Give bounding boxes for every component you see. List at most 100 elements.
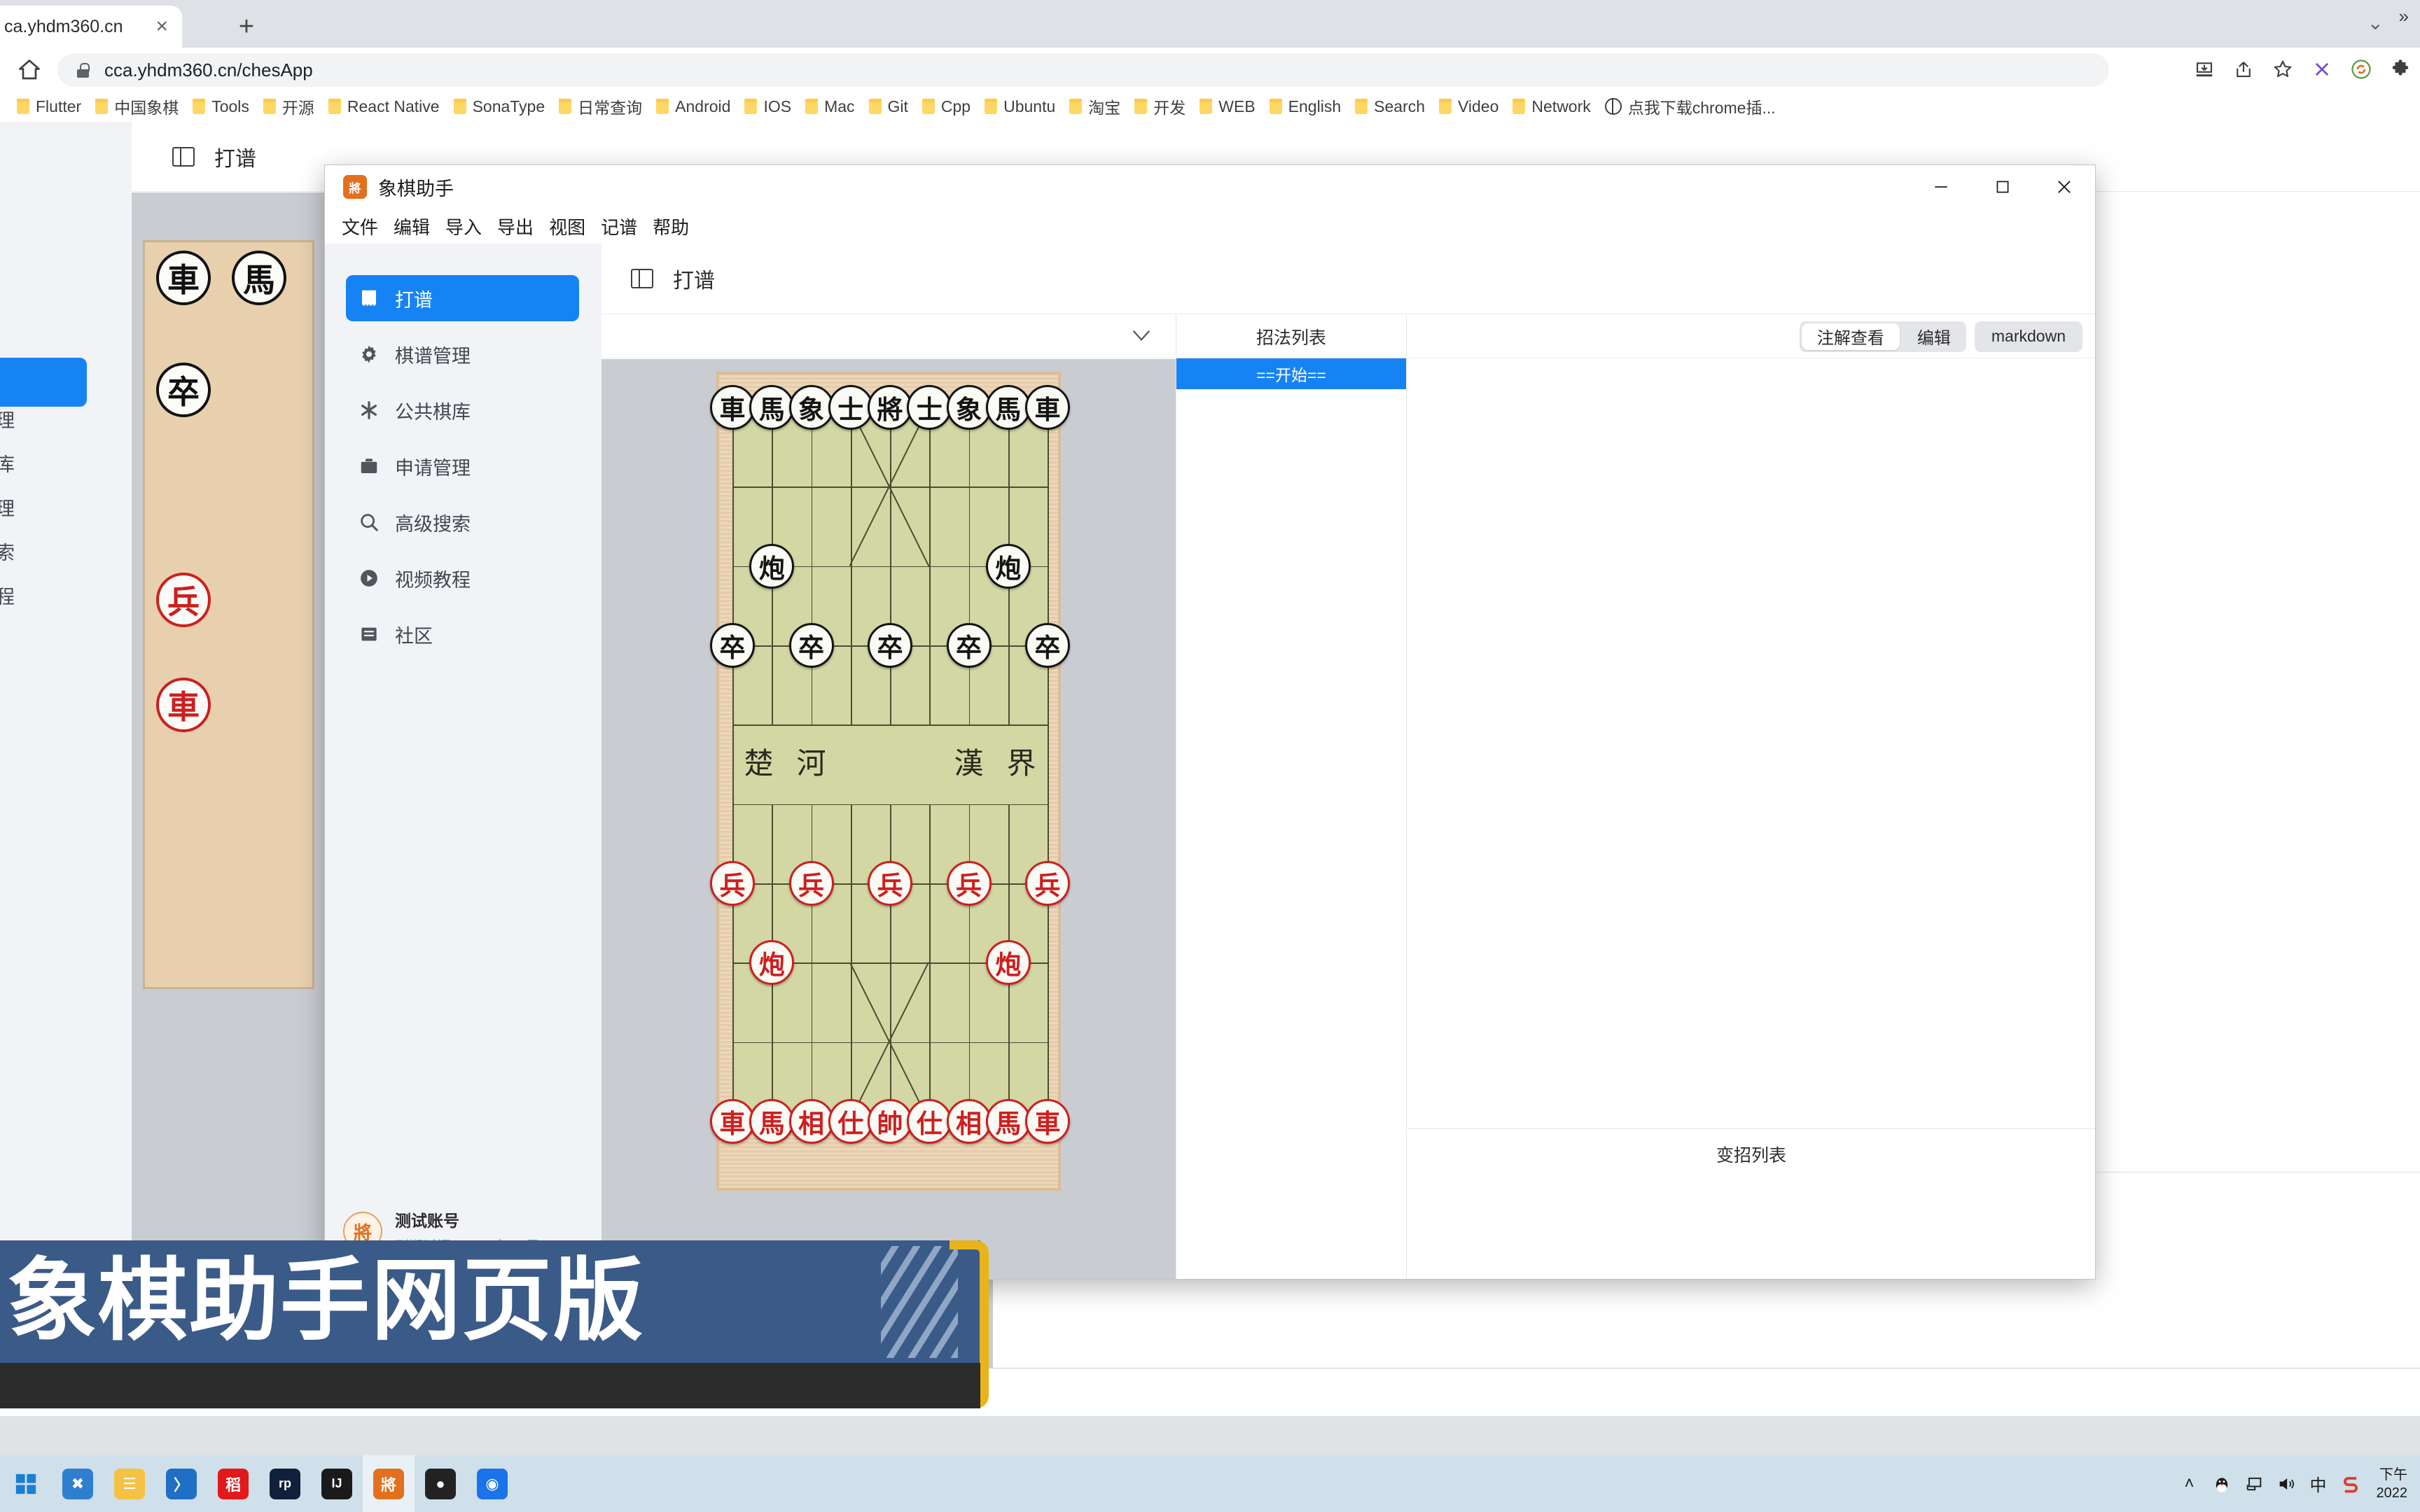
red-piece[interactable]: 仕 bbox=[907, 1099, 952, 1144]
share-icon[interactable] bbox=[2224, 50, 2263, 89]
black-piece[interactable]: 卒 bbox=[1025, 623, 1070, 668]
taskbar-clock[interactable]: 下午 2022 bbox=[2377, 1466, 2408, 1502]
menu-item-导入[interactable]: 导入 bbox=[445, 214, 482, 239]
bookmarks-overflow-icon[interactable]: » bbox=[2399, 6, 2409, 27]
sidebar-item-5[interactable]: 视频教程 bbox=[346, 555, 579, 601]
chessboard[interactable]: 楚河漢界車馬象士將士象馬車炮炮卒卒卒卒卒兵兵兵兵兵炮炮車馬相仕帥仕相馬車 bbox=[710, 372, 1070, 1191]
panel-toggle-icon[interactable] bbox=[172, 146, 195, 167]
black-piece[interactable]: 象 bbox=[946, 385, 992, 430]
sidebar-item-2[interactable]: 公共棋库 bbox=[346, 387, 579, 433]
black-piece[interactable]: 將 bbox=[868, 385, 912, 430]
red-piece[interactable]: 兵 bbox=[710, 861, 755, 906]
bookmark-star-icon[interactable] bbox=[2263, 50, 2302, 89]
red-piece[interactable]: 車 bbox=[710, 1099, 755, 1144]
qq-penguin-icon[interactable] bbox=[2206, 1455, 2238, 1512]
move-list-item[interactable]: ==开始== bbox=[1176, 358, 1406, 389]
menu-item-导出[interactable]: 导出 bbox=[497, 214, 534, 239]
sidebar-item-3[interactable]: 申请管理 bbox=[346, 443, 579, 489]
bookmark-item[interactable]: Ubuntu bbox=[978, 93, 1062, 120]
black-piece[interactable]: 卒 bbox=[788, 623, 834, 668]
bookmark-item[interactable]: React Native bbox=[321, 93, 447, 120]
home-icon[interactable] bbox=[17, 57, 42, 83]
bookmark-item[interactable]: Flutter bbox=[10, 93, 88, 120]
chess-assistant-icon[interactable]: 將 bbox=[363, 1455, 415, 1512]
tray-expand-chevron-icon[interactable]: ˄ bbox=[2174, 1455, 2206, 1512]
page-piece[interactable]: 馬 bbox=[232, 251, 286, 305]
notes-edit-button[interactable]: 编辑 bbox=[1902, 321, 1966, 352]
red-piece[interactable]: 兵 bbox=[946, 861, 992, 906]
bookmark-item[interactable]: 开发 bbox=[1127, 93, 1192, 120]
maximize-button[interactable] bbox=[1972, 165, 2033, 209]
page-chessboard[interactable]: 車 馬 卒 兵 車 bbox=[143, 240, 314, 989]
chessboard-grid[interactable]: 楚河漢界車馬象士將士象馬車炮炮卒卒卒卒卒兵兵兵兵兵炮炮車馬相仕帥仕相馬車 bbox=[710, 385, 1070, 1144]
bookmark-item[interactable]: 开源 bbox=[256, 93, 321, 120]
page-piece[interactable]: 車 bbox=[156, 251, 211, 305]
black-piece[interactable]: 卒 bbox=[868, 623, 912, 668]
page-sidebar-active-item[interactable] bbox=[0, 358, 87, 407]
sidebar-item-6[interactable]: 社区 bbox=[346, 611, 579, 657]
menu-item-视图[interactable]: 视图 bbox=[549, 214, 585, 239]
powershell-icon[interactable]: 〉 bbox=[155, 1455, 207, 1512]
black-piece[interactable]: 馬 bbox=[749, 385, 795, 430]
bookmark-item[interactable]: SonaType bbox=[447, 93, 552, 120]
page-piece[interactable]: 車 bbox=[156, 678, 211, 732]
red-piece[interactable]: 車 bbox=[1025, 1099, 1070, 1144]
address-bar[interactable]: cca.yhdm360.cn/chesApp bbox=[57, 53, 2109, 87]
network-icon[interactable] bbox=[2238, 1455, 2270, 1512]
vscode-icon[interactable]: ✖ bbox=[52, 1455, 104, 1512]
sidebar-item-1[interactable]: 棋谱管理 bbox=[346, 331, 579, 377]
bookmark-item[interactable]: Search bbox=[1348, 93, 1432, 120]
red-piece[interactable]: 兵 bbox=[1025, 861, 1070, 906]
intellij-idea-icon[interactable]: IJ bbox=[311, 1455, 363, 1512]
black-piece[interactable]: 車 bbox=[1025, 385, 1070, 430]
red-piece[interactable]: 炮 bbox=[985, 940, 1031, 986]
bookmark-item[interactable]: Android bbox=[649, 93, 737, 120]
black-piece[interactable]: 士 bbox=[828, 385, 873, 430]
page-piece[interactable]: 卒 bbox=[156, 363, 211, 417]
bookmark-item[interactable]: Git bbox=[862, 93, 915, 120]
page-sidebar-fragment[interactable]: 库 bbox=[0, 449, 15, 477]
page-sidebar-fragment[interactable]: 理 bbox=[0, 405, 15, 433]
black-piece[interactable]: 炮 bbox=[985, 543, 1031, 589]
sidebar-item-0[interactable]: 打谱 bbox=[346, 275, 579, 321]
red-piece[interactable]: 馬 bbox=[985, 1099, 1031, 1144]
axure-icon[interactable]: rp bbox=[259, 1455, 311, 1512]
x-extension-icon[interactable] bbox=[2302, 50, 2342, 89]
menu-item-记谱[interactable]: 记谱 bbox=[601, 214, 637, 239]
ime-chinese-icon[interactable]: 中 bbox=[2302, 1455, 2335, 1512]
youdao-icon[interactable]: 稻 bbox=[207, 1455, 259, 1512]
chevron-down-icon[interactable] bbox=[1131, 326, 1152, 347]
bookmark-item[interactable]: Network bbox=[1505, 93, 1597, 120]
sogou-input-icon[interactable] bbox=[2335, 1455, 2367, 1512]
black-piece[interactable]: 卒 bbox=[710, 623, 755, 668]
black-piece[interactable]: 卒 bbox=[946, 623, 992, 668]
black-piece[interactable]: 士 bbox=[907, 385, 952, 430]
obs-icon[interactable]: ● bbox=[415, 1455, 466, 1512]
red-piece[interactable]: 相 bbox=[788, 1099, 834, 1144]
red-piece[interactable]: 仕 bbox=[828, 1099, 873, 1144]
chrome-icon[interactable]: ◉ bbox=[466, 1455, 518, 1512]
tab-close-icon[interactable]: × bbox=[155, 16, 168, 37]
bookmark-item[interactable]: 淘宝 bbox=[1062, 93, 1127, 120]
page-sidebar-fragment[interactable]: 索 bbox=[0, 538, 15, 565]
puzzle-extension-icon[interactable] bbox=[2381, 50, 2420, 89]
red-piece[interactable]: 帥 bbox=[868, 1099, 912, 1144]
tab-search-chevron-icon[interactable]: ⌄ bbox=[2367, 11, 2384, 34]
red-piece[interactable]: 馬 bbox=[749, 1099, 795, 1144]
browser-tab[interactable]: ca.yhdm360.cn × bbox=[0, 6, 182, 48]
bookmark-item[interactable]: English bbox=[1263, 93, 1348, 120]
bookmark-item[interactable]: 日常查询 bbox=[552, 93, 649, 120]
red-piece[interactable]: 兵 bbox=[868, 861, 912, 906]
bookmark-item[interactable]: Cpp bbox=[915, 93, 978, 120]
notes-body[interactable] bbox=[1407, 358, 2095, 1128]
volume-icon[interactable] bbox=[2270, 1455, 2302, 1512]
close-button[interactable] bbox=[2033, 165, 2095, 209]
markdown-button[interactable]: markdown bbox=[1974, 321, 2082, 352]
panel-toggle-icon[interactable] bbox=[631, 269, 653, 288]
red-piece[interactable]: 兵 bbox=[788, 861, 834, 906]
chess-assistant-window[interactable]: 將 象棋助手 文件 编辑 导入 导出 视图 记谱 帮助 打谱 棋谱管理 公共棋库 申请管理 高级搜索… bbox=[324, 164, 2096, 1280]
black-piece[interactable]: 炮 bbox=[749, 543, 795, 589]
page-piece[interactable]: 兵 bbox=[156, 573, 211, 627]
new-tab-button[interactable]: + bbox=[225, 10, 267, 43]
notes-view-button[interactable]: 注解查看 bbox=[1801, 323, 1900, 350]
